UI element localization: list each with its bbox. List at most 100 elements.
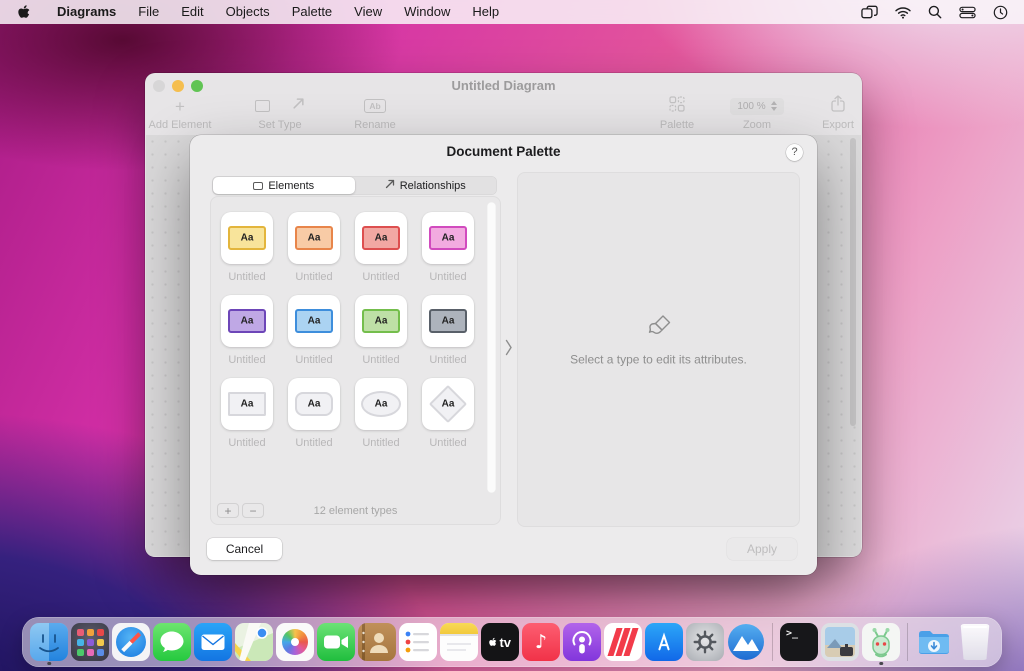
element-type-11[interactable]: AaUntitled (355, 378, 407, 449)
element-count: 12 element types (211, 505, 500, 517)
cancel-button[interactable]: Cancel (207, 538, 282, 560)
set-type-button[interactable]: Set Type (230, 95, 330, 131)
dock-maps-icon[interactable] (234, 619, 274, 665)
dock-messages-icon[interactable] (152, 619, 192, 665)
tab-relationships-label: Relationships (400, 180, 466, 192)
dock-music-icon[interactable]: ♪ (521, 619, 561, 665)
set-type-label: Set Type (230, 119, 330, 131)
dock-photos-icon[interactable] (275, 619, 315, 665)
clock-icon[interactable] (993, 5, 1008, 20)
apply-button[interactable]: Apply (727, 538, 797, 560)
tab-elements-label: Elements (268, 180, 314, 192)
export-button[interactable]: Export (798, 95, 862, 131)
palette-button[interactable]: Palette (637, 95, 717, 131)
dock-terminal-icon[interactable]: >_ (779, 619, 819, 665)
dock: tv♪ >_ (22, 617, 1002, 667)
help-button[interactable]: ? (786, 144, 803, 161)
dock-launchpad-icon[interactable] (70, 619, 110, 665)
sample-text: Aa (442, 233, 455, 244)
dock-diagrams-app-icon[interactable] (861, 619, 901, 665)
relationship-arrow-icon (292, 97, 305, 115)
dock-safari-icon[interactable] (111, 619, 151, 665)
element-grid: Aa Untitled Aa Untitled Aa Untitled Aa Untitled… (211, 197, 500, 498)
sample-text: Aa (442, 316, 455, 327)
menu-view[interactable]: View (343, 0, 393, 24)
element-type-5[interactable]: AaUntitled (221, 295, 273, 366)
sample-text: Aa (308, 316, 321, 327)
palette-grid-icon (669, 96, 685, 117)
collapse-panel-handle[interactable] (505, 339, 513, 361)
dock-finder-icon[interactable] (29, 619, 69, 665)
element-type-7[interactable]: AaUntitled (355, 295, 407, 366)
dock-appstore-icon[interactable] (644, 619, 684, 665)
apple-logo-icon (18, 4, 32, 21)
sample-text: Aa (308, 233, 321, 244)
window-toolbar: + Add Element Set Type Ab Rename (145, 95, 862, 135)
apple-menu[interactable] (0, 4, 46, 21)
relationship-arrow-icon (385, 179, 395, 192)
grid-footer: + − 12 element types (211, 498, 500, 524)
element-type-1[interactable]: AaUntitled (221, 212, 273, 283)
grid-scrollbar[interactable] (487, 202, 496, 493)
spotlight-search-icon[interactable] (928, 5, 942, 19)
menubar-status (861, 5, 1024, 20)
inspector-empty-state: Select a type to edit its attributes. (518, 311, 799, 366)
palette-tabs: Elements Relationships (212, 176, 497, 195)
element-type-label: Untitled (362, 437, 399, 449)
sample-text: Aa (241, 399, 254, 410)
element-type-label: Untitled (228, 354, 265, 366)
menu-file[interactable]: File (127, 0, 170, 24)
export-label: Export (798, 119, 862, 131)
element-type-label: Untitled (362, 271, 399, 283)
zoom-control[interactable]: 100 % Zoom (717, 95, 797, 131)
dock-facetime-icon[interactable] (316, 619, 356, 665)
menu-bar: DiagramsFileEditObjectsPaletteViewWindow… (0, 0, 1024, 24)
element-type-10[interactable]: AaUntitled (288, 378, 340, 449)
rename-button[interactable]: Ab Rename (331, 95, 419, 131)
dock-news-icon[interactable] (603, 619, 643, 665)
element-type-6[interactable]: AaUntitled (288, 295, 340, 366)
dock-divider (907, 623, 908, 661)
tab-relationships[interactable]: Relationships (355, 177, 497, 194)
window-scrollbar[interactable] (850, 138, 856, 426)
dock-system-settings-icon[interactable] (685, 619, 725, 665)
dock-downloads-icon[interactable] (914, 619, 954, 665)
window-title: Untitled Diagram (145, 78, 862, 93)
dock-notes-icon[interactable] (439, 619, 479, 665)
element-type-label: Untitled (295, 271, 332, 283)
tab-elements[interactable]: Elements (213, 177, 355, 194)
sample-text: Aa (241, 233, 254, 244)
dock-mail-icon[interactable] (193, 619, 233, 665)
element-shape-icon (255, 100, 270, 112)
control-center-icon[interactable] (959, 6, 976, 19)
dock-mountain-app-icon[interactable] (726, 619, 766, 665)
share-export-icon (831, 95, 845, 117)
menu-objects[interactable]: Objects (215, 0, 281, 24)
menu-window[interactable]: Window (393, 0, 461, 24)
zoom-stepper[interactable]: 100 % (730, 98, 784, 115)
dock-image-app-icon[interactable] (820, 619, 860, 665)
dialog-title: Document Palette (190, 144, 817, 159)
menu-diagrams[interactable]: Diagrams (46, 0, 127, 24)
add-element-button[interactable]: + Add Element (145, 95, 215, 131)
dock-podcasts-icon[interactable] (562, 619, 602, 665)
dock-appletv-icon[interactable]: tv (480, 619, 520, 665)
element-type-4[interactable]: AaUntitled (422, 212, 474, 283)
element-type-12[interactable]: AaUntitled (422, 378, 474, 449)
dock-trash-icon[interactable] (955, 619, 995, 665)
stage-manager-icon[interactable] (861, 5, 878, 19)
element-type-8[interactable]: AaUntitled (422, 295, 474, 366)
wifi-icon[interactable] (895, 6, 911, 19)
element-type-3[interactable]: AaUntitled (355, 212, 407, 283)
element-shape-icon (253, 182, 263, 190)
inspector-placeholder: Select a type to edit its attributes. (518, 352, 799, 366)
menu-edit[interactable]: Edit (170, 0, 214, 24)
dock-reminders-icon[interactable] (398, 619, 438, 665)
menu-palette[interactable]: Palette (281, 0, 343, 24)
dock-contacts-icon[interactable] (357, 619, 397, 665)
menu-help[interactable]: Help (461, 0, 510, 24)
element-type-9[interactable]: AaUntitled (221, 378, 273, 449)
element-type-2[interactable]: Aa Untitled (288, 212, 340, 283)
element-types-panel: Aa Untitled Aa Untitled Aa Untitled Aa Untitled… (210, 196, 501, 525)
rename-icon: Ab (364, 99, 386, 113)
